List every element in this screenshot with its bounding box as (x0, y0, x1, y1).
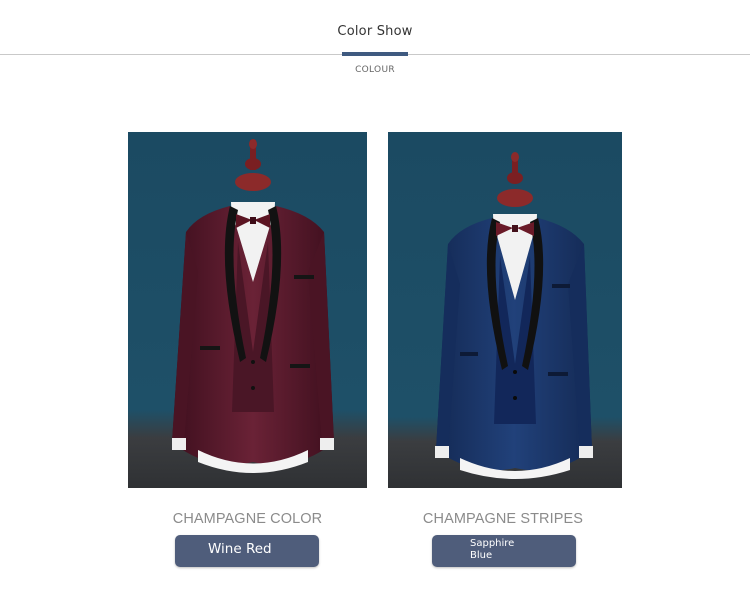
product-caption: CHAMPAGNE COLOR (172, 511, 323, 527)
header-accent-bar (342, 52, 408, 56)
product-caption: CHAMPAGNE STRIPES (422, 511, 584, 527)
color-option-wine-red-button[interactable]: Wine Red (175, 535, 319, 567)
wine-red-suit-photo (128, 132, 367, 488)
section-header: Color Show COLOUR (0, 0, 750, 80)
section-subtitle: COLOUR (355, 65, 395, 75)
section-title: Color Show (337, 24, 413, 39)
color-option-label: Sapphire Blue (470, 538, 515, 561)
sapphire-blue-suit-photo (388, 132, 622, 488)
color-option-sapphire-blue-button[interactable]: Sapphire Blue (432, 535, 576, 567)
color-option-label: Wine Red (208, 541, 272, 557)
